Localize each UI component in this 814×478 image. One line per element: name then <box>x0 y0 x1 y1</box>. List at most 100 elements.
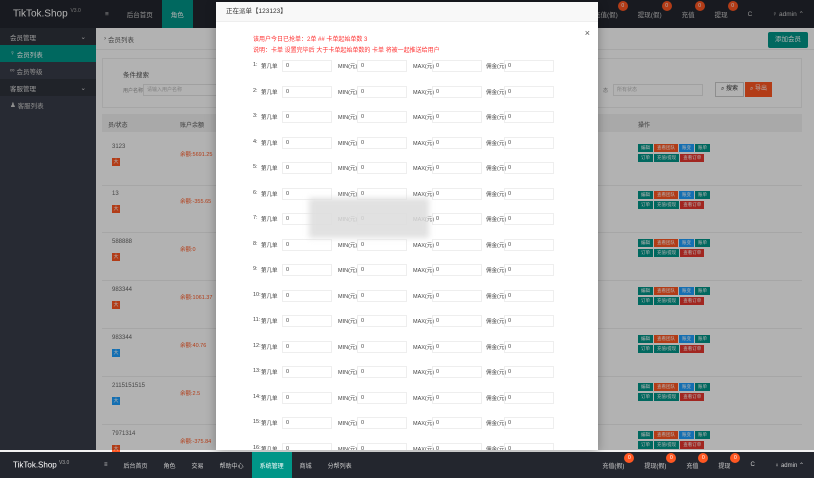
min-input[interactable]: 0 <box>357 162 407 174</box>
max-input[interactable]: 0 <box>432 340 482 353</box>
order-form-row: 9: 第几单 0 MIN(元) 0 MAX(元) 0 佣金(元) 0 <box>253 264 554 276</box>
bottom-bar: TikTok.Shop V3.0 ≡ 后台首页 角色 交易 帮助中心 系统管理 商城 分帮列… <box>0 452 814 478</box>
bottom-nav-item[interactable]: 交易 <box>184 452 212 478</box>
min-input[interactable]: 0 <box>357 442 407 450</box>
bottom-nav-item[interactable]: 帮助中心 <box>212 452 252 478</box>
min-label: MIN(元) <box>338 140 358 147</box>
order-label: 第几单 <box>261 395 278 402</box>
max-input[interactable]: 0 <box>432 417 482 429</box>
max-input[interactable]: 0 <box>432 60 482 72</box>
row-number: 6: <box>253 189 258 196</box>
nav-fake-withdraw[interactable]: 提现(假) 0 <box>634 452 677 470</box>
max-input[interactable]: 0 <box>432 238 482 251</box>
commission-input[interactable]: 0 <box>504 85 554 98</box>
order-input[interactable]: 0 <box>282 340 332 353</box>
min-input[interactable]: 0 <box>357 340 407 353</box>
max-input[interactable]: 0 <box>432 213 482 225</box>
max-input[interactable]: 0 <box>432 315 482 327</box>
max-input[interactable]: 0 <box>432 187 482 200</box>
min-input[interactable]: 0 <box>357 264 407 276</box>
commission-input[interactable]: 0 <box>504 162 554 174</box>
max-input[interactable]: 0 <box>432 289 482 302</box>
min-input[interactable]: 0 <box>357 315 407 327</box>
order-input[interactable]: 0 <box>282 442 332 450</box>
order-form-row: 2: 第几单 0 MIN(元) 0 MAX(元) 0 佣金(元) 0 <box>253 85 554 98</box>
max-input[interactable]: 0 <box>432 391 482 404</box>
order-input[interactable]: 0 <box>282 85 332 98</box>
max-input[interactable]: 0 <box>432 162 482 174</box>
min-label: MIN(元) <box>338 242 358 249</box>
commission-input[interactable]: 0 <box>504 60 554 72</box>
min-input[interactable]: 0 <box>357 366 407 378</box>
commission-input[interactable]: 0 <box>504 213 554 225</box>
order-input[interactable]: 0 <box>282 60 332 72</box>
bottom-nav-item[interactable]: 系统管理 <box>251 452 292 478</box>
commission-input[interactable]: 0 <box>504 340 554 353</box>
max-label: MAX(元) <box>413 344 435 351</box>
max-label: MAX(元) <box>413 268 435 274</box>
order-input[interactable]: 0 <box>282 136 332 149</box>
max-label: MAX(元) <box>413 191 435 198</box>
order-label: 第几单 <box>261 115 278 121</box>
max-input[interactable]: 0 <box>432 366 482 378</box>
row-number: 9: <box>253 266 258 272</box>
order-input[interactable]: 0 <box>282 315 332 327</box>
min-input[interactable]: 0 <box>357 136 407 149</box>
commission-input[interactable]: 0 <box>504 264 554 276</box>
close-icon[interactable]: × <box>585 28 590 38</box>
order-summary: 该用户今日已抢单：2单 ## 卡单起始单数 3 <box>253 37 368 43</box>
min-input[interactable]: 0 <box>357 289 407 302</box>
commission-input[interactable]: 0 <box>504 238 554 251</box>
max-input[interactable]: 0 <box>432 136 482 149</box>
min-input[interactable]: 0 <box>357 238 407 251</box>
commission-input[interactable]: 0 <box>504 111 554 123</box>
order-form-row: 4: 第几单 0 MIN(元) 0 MAX(元) 0 佣金(元) 0 <box>253 136 554 149</box>
min-label: MIN(元) <box>338 268 358 274</box>
min-input[interactable]: 0 <box>357 85 407 98</box>
max-input[interactable]: 0 <box>432 264 482 276</box>
bottom-nav-item[interactable]: 分帮列表 <box>320 452 360 478</box>
order-input[interactable]: 0 <box>282 391 332 404</box>
bottom-nav-item[interactable]: 后台首页 <box>116 452 156 478</box>
commission-input[interactable]: 0 <box>504 417 554 429</box>
order-input[interactable]: 0 <box>282 238 332 251</box>
user-menu[interactable]: ♀ admin ⌃ <box>765 462 814 469</box>
refresh-icon[interactable]: C <box>740 462 764 468</box>
order-form-row: 3: 第几单 0 MIN(元) 0 MAX(元) 0 佣金(元) 0 <box>253 111 554 123</box>
order-input[interactable]: 0 <box>282 264 332 276</box>
row-number: 16: <box>253 444 261 451</box>
bottom-nav-item[interactable]: 角色 <box>156 452 184 478</box>
commission-input[interactable]: 0 <box>504 366 554 378</box>
max-input[interactable]: 0 <box>432 85 482 98</box>
order-input[interactable]: 0 <box>282 417 332 429</box>
commission-input[interactable]: 0 <box>504 315 554 327</box>
max-label: MAX(元) <box>413 446 435 451</box>
order-label: 第几单 <box>261 64 278 70</box>
min-input[interactable]: 0 <box>357 417 407 429</box>
modal-title: 正在派单【123123】 <box>216 2 598 22</box>
max-input[interactable]: 0 <box>432 111 482 123</box>
nav-fake-recharge[interactable]: 充值(假) 0 <box>592 452 635 470</box>
min-input[interactable]: 0 <box>357 391 407 404</box>
row-number: 2: <box>253 87 258 94</box>
commission-input[interactable]: 0 <box>504 391 554 404</box>
commission-input[interactable]: 0 <box>504 289 554 302</box>
min-input[interactable]: 0 <box>357 60 407 72</box>
order-input[interactable]: 0 <box>282 366 332 378</box>
min-label: MIN(元) <box>338 166 358 172</box>
order-input[interactable]: 0 <box>282 162 332 174</box>
order-label: 第几单 <box>261 319 278 325</box>
bottom-nav-item[interactable]: 商城 <box>292 452 320 478</box>
order-input[interactable]: 0 <box>282 289 332 302</box>
commission-input[interactable]: 0 <box>504 187 554 200</box>
commission-input[interactable]: 0 <box>504 442 554 450</box>
max-input[interactable]: 0 <box>432 442 482 450</box>
menu-toggle-icon[interactable]: ≡ <box>96 452 116 478</box>
order-input[interactable]: 0 <box>282 111 332 123</box>
nav-withdraw[interactable]: 提现 0 <box>708 452 741 470</box>
row-number: 14: <box>253 393 261 400</box>
nav-recharge[interactable]: 充值 0 <box>676 452 709 470</box>
min-label: MIN(元) <box>338 344 358 351</box>
commission-input[interactable]: 0 <box>504 136 554 149</box>
min-input[interactable]: 0 <box>357 111 407 123</box>
